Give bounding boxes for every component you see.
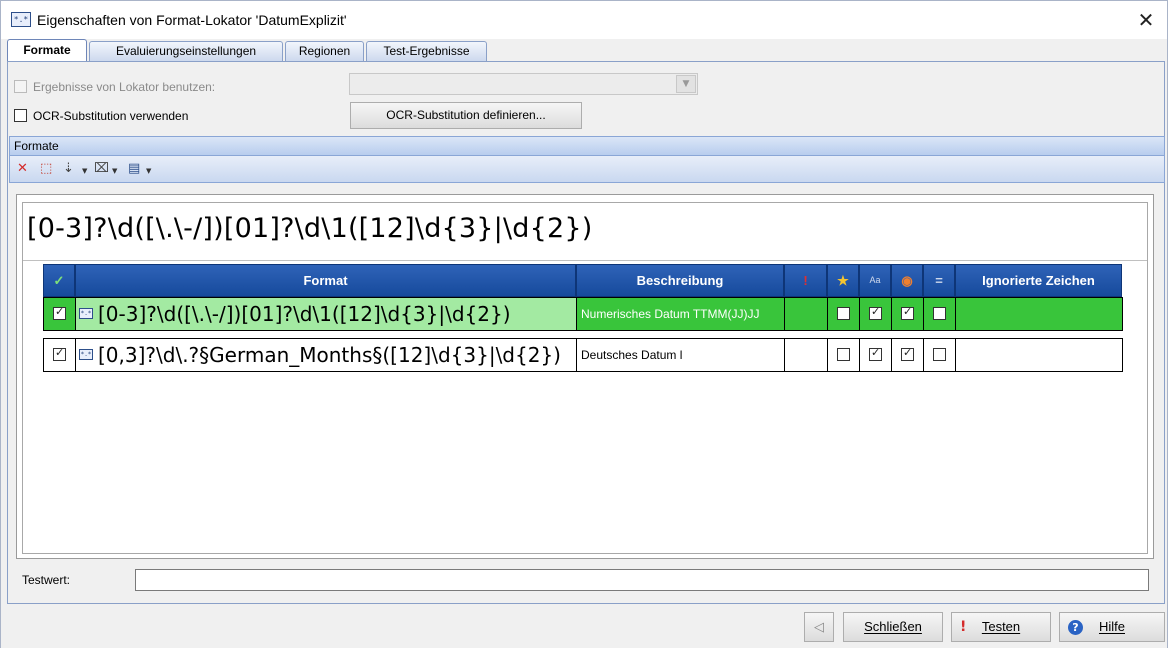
favorite-checkbox[interactable]: [837, 307, 850, 320]
close-button-label: Schließen: [864, 619, 922, 634]
test-button-label: Testen: [981, 619, 1021, 634]
format-locator-icon: *.*: [11, 12, 31, 27]
library-icon[interactable]: ▤: [128, 161, 140, 177]
insert-icon[interactable]: ⇣: [63, 161, 74, 177]
window-title: Eigenschaften von Format-Lokator 'DatumE…: [37, 12, 347, 28]
enabled-cell: [44, 298, 76, 330]
row-enabled-checkbox[interactable]: [53, 346, 66, 361]
insert-dropdown-icon[interactable]: ▼: [82, 163, 87, 179]
case-checkbox[interactable]: [869, 346, 882, 361]
back-button[interactable]: ◁: [804, 612, 834, 642]
header-format[interactable]: Format: [75, 264, 576, 297]
case-cell: [860, 339, 892, 371]
formats-toolbar: ✕ ⬚ ⇣ ▼ ⌧ ▼ ▤ ▼: [9, 156, 1165, 183]
header-ignored-chars[interactable]: Ignorierte Zeichen: [955, 264, 1122, 297]
important-cell[interactable]: [785, 298, 828, 330]
header-favorite[interactable]: ★: [827, 264, 859, 297]
case-cell: [860, 298, 892, 330]
important-cell[interactable]: [785, 339, 828, 371]
ocr-define-button[interactable]: OCR-Substitution definieren...: [350, 102, 582, 129]
formats-inner-panel: [22, 202, 1148, 554]
enabled-cell: [44, 339, 76, 371]
use-results-label: Ergebnisse von Lokator benutzen:: [33, 80, 216, 94]
formats-section-header: Formate: [9, 136, 1165, 156]
description-text: Deutsches Datum l: [581, 348, 683, 362]
favorite-checkbox[interactable]: [837, 348, 850, 361]
format-icon: *.*: [79, 349, 93, 360]
ignored-chars-cell[interactable]: [956, 298, 1122, 330]
description-cell[interactable]: Deutsches Datum l: [577, 339, 785, 371]
regex-dropdown-icon[interactable]: ▼: [112, 163, 117, 179]
header-case[interactable]: Aa: [859, 264, 891, 297]
new-icon[interactable]: ⬚: [40, 161, 52, 177]
tab-formate[interactable]: Formate: [7, 39, 87, 62]
format-cell[interactable]: *.* [0-3]?\d([\.\-/])[01]?\d\1([12]\d{3}…: [76, 298, 577, 330]
header-enabled[interactable]: ✓: [43, 264, 75, 297]
help-button-label: Hilfe: [1098, 619, 1125, 634]
help-icon: ?: [1068, 620, 1083, 635]
ocr-substitution-checkbox[interactable]: [14, 109, 27, 122]
equal-cell: [924, 298, 956, 330]
test-button[interactable]: ! Testen: [951, 612, 1051, 642]
tab-bar: Formate Evaluierungseinstellungen Region…: [7, 39, 1161, 62]
dialog-footer: ◁ Schließen ! Testen ? Hilfe: [1, 605, 1167, 648]
equal-cell: [924, 339, 956, 371]
tab-test-ergebnisse[interactable]: Test-Ergebnisse: [366, 41, 487, 61]
library-dropdown-icon[interactable]: ▼: [146, 163, 151, 179]
row-enabled-checkbox[interactable]: [53, 305, 66, 320]
equal-checkbox[interactable]: [933, 307, 946, 320]
header-important[interactable]: !: [784, 264, 827, 297]
flag-checkbox[interactable]: [901, 305, 914, 320]
delete-icon[interactable]: ✕: [17, 161, 28, 177]
case-checkbox[interactable]: [869, 305, 882, 320]
flag-cell: [892, 298, 924, 330]
table-row[interactable]: *.* [0,3]?\d\.?§German_Months§([12]\d{3}…: [43, 338, 1123, 372]
close-button[interactable]: Schließen: [843, 612, 943, 642]
tab-regionen[interactable]: Regionen: [285, 41, 364, 61]
ignored-chars-cell[interactable]: [956, 339, 1122, 371]
equal-checkbox[interactable]: [933, 348, 946, 361]
favorite-cell: [828, 298, 860, 330]
locator-select[interactable]: ▼: [349, 73, 698, 95]
title-bar: *.* Eigenschaften von Format-Lokator 'Da…: [1, 1, 1167, 39]
tab-evaluierungseinstellungen[interactable]: Evaluierungseinstellungen: [89, 41, 283, 61]
description-cell[interactable]: Numerisches Datum TTMM(JJ)JJ: [577, 298, 785, 330]
header-description[interactable]: Beschreibung: [576, 264, 784, 297]
ocr-substitution-label: OCR-Substitution verwenden: [33, 109, 189, 123]
close-icon[interactable]: ✕: [1131, 7, 1161, 33]
table-row[interactable]: *.* [0-3]?\d([\.\-/])[01]?\d\1([12]\d{3}…: [43, 297, 1123, 331]
properties-dialog: *.* Eigenschaften von Format-Lokator 'Da…: [0, 0, 1168, 648]
format-text: [0,3]?\d\.?§German_Months§([12]\d{3}|\d{…: [98, 343, 561, 367]
description-text: Numerisches Datum TTMM(JJ)JJ: [581, 307, 760, 321]
format-icon: *.*: [79, 308, 93, 319]
regex-icon[interactable]: ⌧: [94, 161, 109, 177]
help-button[interactable]: ? Hilfe: [1059, 612, 1165, 642]
format-cell[interactable]: *.* [0,3]?\d\.?§German_Months§([12]\d{3}…: [76, 339, 577, 371]
testwert-input[interactable]: [135, 569, 1149, 591]
header-flag[interactable]: ◉: [891, 264, 923, 297]
flag-checkbox[interactable]: [901, 346, 914, 361]
divider: [23, 260, 1147, 261]
testwert-label: Testwert:: [22, 573, 71, 587]
header-equal[interactable]: =: [923, 264, 955, 297]
back-arrow-icon: ◁: [814, 619, 824, 634]
selected-format-preview: [0-3]?\d([\.\-/])[01]?\d\1([12]\d{3}|\d{…: [27, 213, 593, 244]
flag-cell: [892, 339, 924, 371]
format-text: [0-3]?\d([\.\-/])[01]?\d\1([12]\d{3}|\d{…: [98, 302, 511, 326]
chevron-down-icon: ▼: [676, 75, 696, 93]
favorite-cell: [828, 339, 860, 371]
exclamation-icon: !: [960, 619, 967, 635]
use-results-checkbox[interactable]: [14, 80, 27, 93]
